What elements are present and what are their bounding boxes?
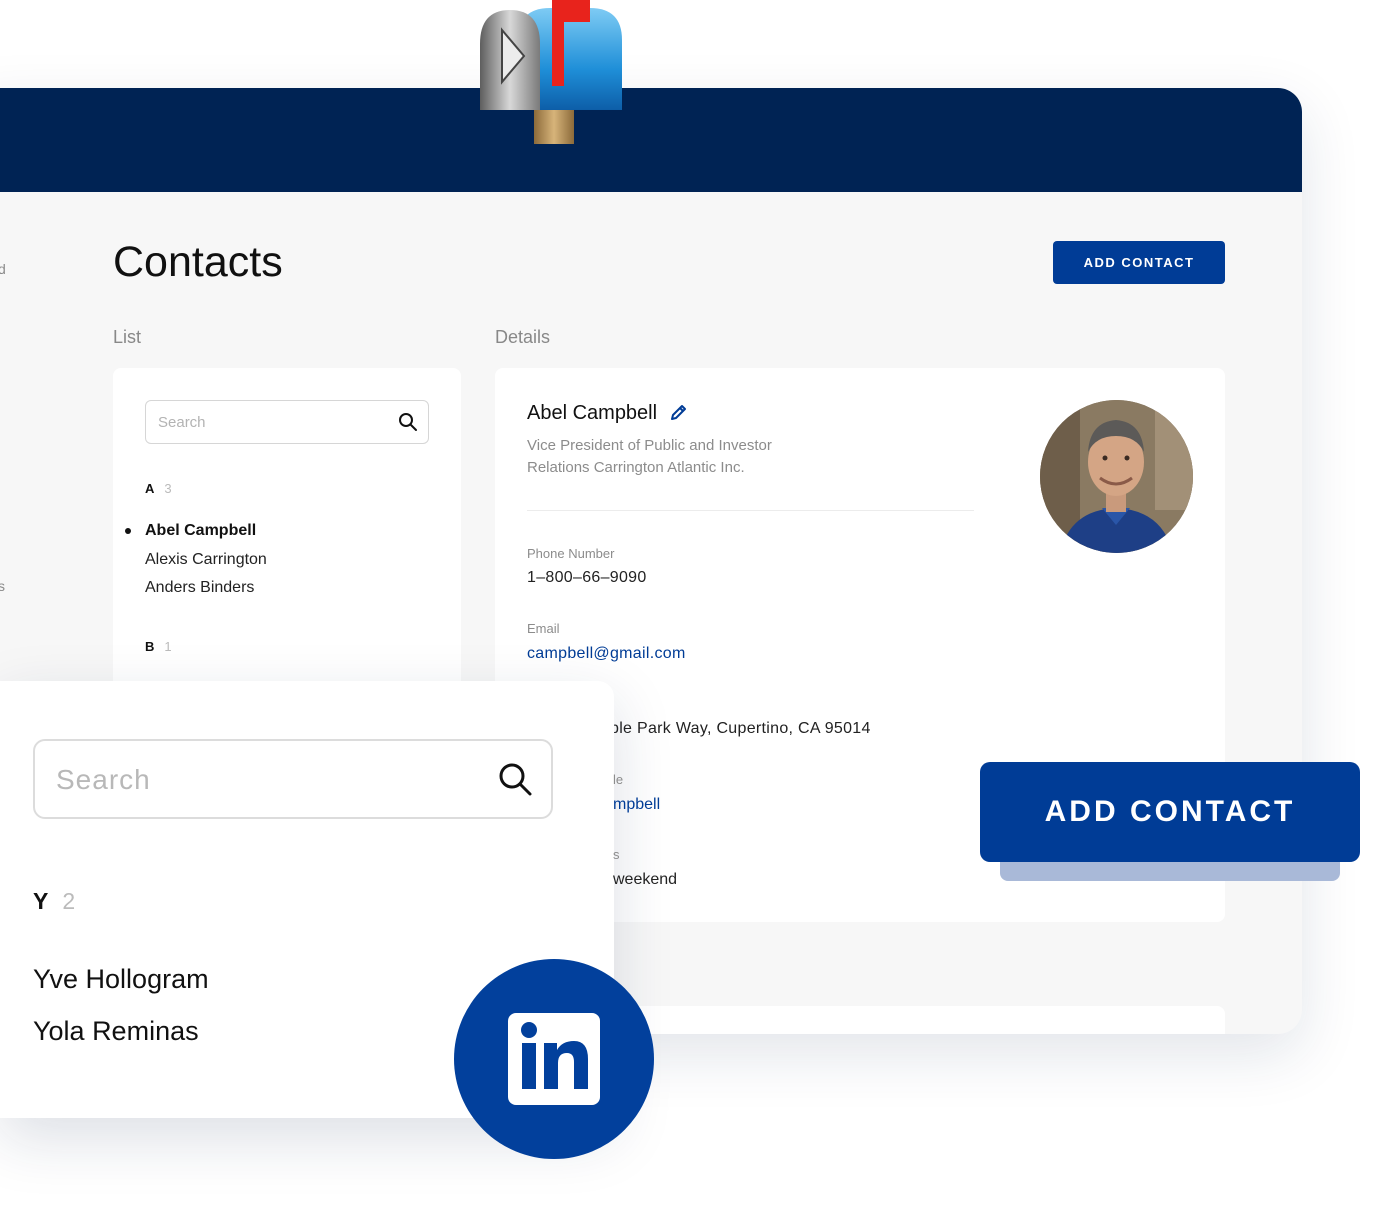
divider xyxy=(527,510,974,511)
list-item[interactable]: Anders Binders xyxy=(145,579,254,597)
group-letter: B xyxy=(145,639,155,654)
list-section-label: List xyxy=(113,327,142,347)
group-header-y: Y2 xyxy=(33,888,75,915)
group-header-b: B1 xyxy=(145,639,172,654)
sidebar-fragment: d xyxy=(0,261,6,277)
profile-label: le xyxy=(613,772,624,787)
list-item[interactable]: Abel Campbell xyxy=(145,522,256,540)
group-count: 3 xyxy=(164,481,172,496)
contact-list-card: A3 Abel Campbell Alexis Carrington Ander… xyxy=(113,368,461,698)
group-header-a: A3 xyxy=(145,481,172,496)
add-contact-button-large[interactable]: ADD CONTACT xyxy=(980,762,1360,862)
list-search-input[interactable] xyxy=(156,401,380,443)
contact-name: Abel Campbell xyxy=(527,402,658,424)
list-search-box xyxy=(145,400,429,444)
contact-job-title: Vice President of Public and Investor Re… xyxy=(527,437,772,476)
search-icon[interactable] xyxy=(398,412,418,437)
selected-indicator xyxy=(125,528,131,534)
note-label: s xyxy=(613,847,620,862)
group-count: 2 xyxy=(62,888,76,914)
profile-link[interactable]: mpbell xyxy=(613,796,660,814)
top-bar xyxy=(0,88,1302,192)
list-item[interactable]: Yve Hollogram xyxy=(33,964,209,995)
email-label: Email xyxy=(527,621,560,636)
list-item[interactable]: Yola Reminas xyxy=(33,1016,199,1047)
details-section-label: Details xyxy=(495,327,551,347)
mailbox-icon xyxy=(478,0,622,144)
add-contact-button[interactable]: ADD CONTACT xyxy=(1053,241,1225,284)
pencil-icon[interactable] xyxy=(669,402,689,427)
phone-value: 1–800–66–9090 xyxy=(527,569,647,586)
list-item[interactable]: Alexis Carrington xyxy=(145,551,267,569)
phone-label: Phone Number xyxy=(527,546,615,561)
group-letter: A xyxy=(145,481,155,496)
search-icon[interactable] xyxy=(497,761,533,802)
avatar xyxy=(1040,400,1193,553)
note-value: weekend xyxy=(613,871,678,888)
linkedin-icon[interactable] xyxy=(454,959,654,1159)
zoomed-search-input[interactable] xyxy=(54,741,478,819)
group-letter: Y xyxy=(33,888,49,914)
address-value: ple Park Way, Cupertino, CA 95014 xyxy=(610,720,871,737)
page-title: Contacts xyxy=(113,238,283,286)
zoomed-search-box xyxy=(33,739,553,819)
email-link[interactable]: campbell@gmail.com xyxy=(527,645,686,663)
group-count: 1 xyxy=(164,639,172,654)
sidebar-fragment: s xyxy=(0,578,5,594)
